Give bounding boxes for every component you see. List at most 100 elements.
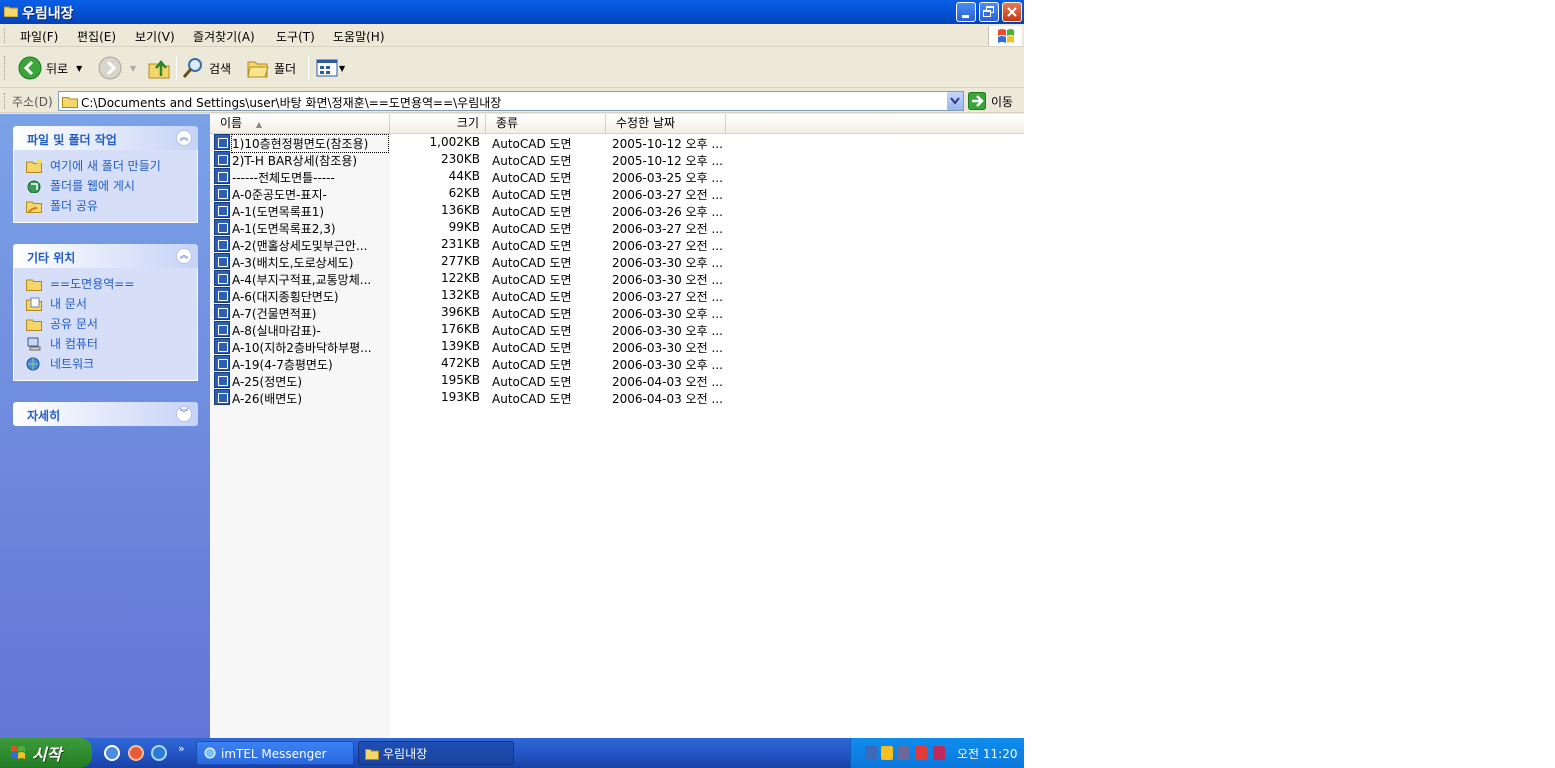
restore-button[interactable] — [979, 2, 999, 22]
file-row[interactable]: 1)10층현정평면도(참조용) 1,002KB AutoCAD 도면 2005-10-… — [210, 134, 730, 153]
file-list[interactable]: 이름 ▲ 크기 종류 수정한 날짜 1)10층현정평면도(참조용) 1,002KB… — [210, 114, 1024, 738]
file-row[interactable]: A-8(실내마감표)- 176KB AutoCAD 도면 2006-03-30 오후 … — [210, 321, 730, 338]
expand-icon[interactable]: ︾ — [176, 406, 192, 422]
quicklaunch-ie-icon[interactable] — [104, 745, 120, 761]
quicklaunch-app-icon[interactable] — [128, 745, 144, 761]
task-pane: 파일 및 폴더 작업 ︽ 여기에 새 폴더 만들기 폴더를 웹에 게시 폴더 공… — [0, 114, 210, 738]
menu-favorites[interactable]: 즐겨찾기(A) — [193, 28, 255, 45]
address-bar: 주소(D) C:\Documents and Settings\user\바탕 … — [0, 89, 1024, 113]
file-row[interactable]: A-1(도면목록표2,3) 99KB AutoCAD 도면 2006-03-27 오전… — [210, 219, 730, 236]
file-row[interactable]: A-10(지하2층바닥하부평... 139KB AutoCAD 도면 2006-03-… — [210, 338, 730, 355]
folders-label: 폴더 — [274, 61, 297, 76]
file-name: A-3(배치도,도로상세도) — [232, 256, 354, 270]
address-input[interactable]: C:\Documents and Settings\user\바탕 화면\정재훈… — [58, 91, 964, 111]
go-button[interactable]: 이동 — [968, 92, 1013, 110]
back-dropdown-icon[interactable]: ▼ — [76, 64, 82, 73]
collapse-icon[interactable]: ︽ — [176, 130, 192, 146]
tray-network-icon[interactable] — [865, 746, 877, 760]
other-places-header[interactable]: 기타 위치 ︽ — [13, 244, 198, 268]
quicklaunch-browser-icon[interactable] — [151, 745, 167, 761]
place-my-computer[interactable]: 내 컴퓨터 — [14, 334, 197, 354]
collapse-icon[interactable]: ︽ — [176, 248, 192, 264]
place-shared-documents[interactable]: 공유 문서 — [14, 314, 197, 334]
file-row[interactable]: A-4(부지구적표,교통망체... 122KB AutoCAD 도면 2006-03-… — [210, 270, 730, 287]
tray-shield-icon[interactable] — [933, 746, 945, 760]
file-name: A-7(건물면적표) — [232, 307, 317, 321]
menu-file[interactable]: 파일(F) — [20, 28, 58, 45]
task-publish-web[interactable]: 폴더를 웹에 게시 — [14, 176, 197, 196]
menu-view[interactable]: 보기(V) — [135, 28, 175, 45]
title-bar[interactable]: 우림내장 — [0, 0, 1024, 24]
file-row[interactable]: 2)T-H BAR상세(참조용) 230KB AutoCAD 도면 2005-10-1… — [210, 151, 730, 168]
tray-alert-icon[interactable] — [915, 746, 927, 760]
search-button[interactable]: 검색 — [181, 55, 231, 81]
menu-help[interactable]: 도움말(H) — [333, 28, 385, 45]
column-header-size[interactable]: 크기 — [390, 114, 486, 133]
forward-button[interactable]: ▼ — [98, 55, 136, 81]
file-size: 122KB — [440, 271, 480, 285]
file-type: AutoCAD 도면 — [492, 392, 572, 406]
tray-security-icon[interactable] — [881, 746, 893, 760]
file-row[interactable]: A-2(맨홀상세도및부근안... 231KB AutoCAD 도면 2006-03-2… — [210, 236, 730, 253]
column-header-modified[interactable]: 수정한 날짜 — [606, 114, 726, 133]
file-size: 62KB — [448, 186, 480, 200]
file-size: 231KB — [440, 237, 480, 251]
tray-antivirus-icon[interactable] — [897, 746, 909, 760]
column-label: 이름 — [220, 116, 243, 130]
file-row[interactable]: A-7(건물면적표) 396KB AutoCAD 도면 2006-03-30 오후 .… — [210, 304, 730, 321]
place-parent-folder[interactable]: ==도면용역== — [14, 274, 197, 294]
autocad-file-icon — [214, 185, 230, 201]
file-row[interactable]: A-25(정면도) 195KB AutoCAD 도면 2006-04-03 오전 ..… — [210, 372, 730, 389]
explorer-window: 우림내장 파일(F) 편집(E) 보기(V) 즐겨찾기(A) 도구(T) 도움말… — [0, 0, 1024, 738]
taskbar-button-messenger[interactable]: imTEL Messenger — [196, 741, 354, 765]
panel-body: ==도면용역== 내 문서 공유 문서 내 컴퓨터 네트워크 — [13, 268, 198, 381]
taskbar-button-explorer[interactable]: 우림내장 — [358, 741, 514, 765]
file-row[interactable]: A-6(대지종횡단면도) 132KB AutoCAD 도면 2006-03-27 오전… — [210, 287, 730, 304]
file-row[interactable]: A-0준공도면-표지- 62KB AutoCAD 도면 2006-03-27 오전 .… — [210, 185, 730, 202]
file-size: 99KB — [448, 220, 480, 234]
file-row[interactable]: A-1(도면목록표1) 136KB AutoCAD 도면 2006-03-26 오후 … — [210, 202, 730, 219]
file-row[interactable]: A-19(4-7층평면도) 472KB AutoCAD 도면 2006-03-30 오… — [210, 355, 730, 372]
column-header-name[interactable]: 이름 ▲ — [210, 114, 390, 133]
clock[interactable]: 오전 11:20 — [957, 745, 1017, 762]
details-panel: 자세히 ︾ — [13, 402, 198, 426]
place-label: 공유 문서 — [50, 317, 98, 331]
views-button[interactable]: ▼ — [315, 55, 345, 81]
minimize-button[interactable] — [956, 2, 976, 22]
start-button[interactable]: 시작 — [0, 738, 92, 768]
autocad-file-icon — [214, 168, 230, 184]
autocad-file-icon — [214, 151, 230, 167]
my-documents-icon — [26, 297, 42, 311]
column-header-type[interactable]: 종류 — [486, 114, 606, 133]
file-folder-tasks-header[interactable]: 파일 및 폴더 작업 ︽ — [13, 126, 198, 150]
back-button[interactable]: 뒤로 ▼ — [18, 55, 82, 81]
file-size: 139KB — [440, 339, 480, 353]
address-dropdown-button[interactable] — [946, 92, 963, 110]
network-icon — [26, 357, 40, 371]
close-button[interactable] — [1002, 2, 1022, 22]
panel-title: 자세히 — [27, 409, 61, 423]
file-type: AutoCAD 도면 — [492, 188, 572, 202]
up-folder-button[interactable] — [147, 55, 171, 81]
sort-ascending-icon: ▲ — [255, 120, 263, 129]
menu-tools[interactable]: 도구(T) — [276, 28, 315, 45]
file-size: 396KB — [440, 305, 480, 319]
file-name: A-2(맨홀상세도및부근안... — [232, 239, 368, 253]
file-row[interactable]: A-26(배면도) 193KB AutoCAD 도면 2006-04-03 오전 ..… — [210, 389, 730, 406]
quicklaunch-more-icon[interactable]: » — [178, 742, 185, 755]
folder-icon — [4, 6, 18, 17]
task-new-folder[interactable]: 여기에 새 폴더 만들기 — [14, 156, 197, 176]
folders-button[interactable]: 폴더 — [246, 55, 296, 81]
place-network[interactable]: 네트워크 — [14, 354, 197, 374]
details-header[interactable]: 자세히 ︾ — [13, 402, 198, 426]
menu-edit[interactable]: 편집(E) — [77, 28, 116, 45]
file-row[interactable]: A-3(배치도,도로상세도) 277KB AutoCAD 도면 2006-03-30 … — [210, 253, 730, 270]
file-row[interactable]: ------전체도면틀----- 44KB AutoCAD 도면 2006-03-25… — [210, 168, 730, 185]
place-label: ==도면용역== — [50, 277, 135, 291]
task-share-folder[interactable]: 폴더 공유 — [14, 196, 197, 216]
place-my-documents[interactable]: 내 문서 — [14, 294, 197, 314]
panel-title: 기타 위치 — [27, 251, 76, 265]
file-size: 44KB — [448, 169, 480, 183]
file-type: AutoCAD 도면 — [492, 154, 572, 168]
taskbar-button-label: imTEL Messenger — [221, 747, 327, 761]
